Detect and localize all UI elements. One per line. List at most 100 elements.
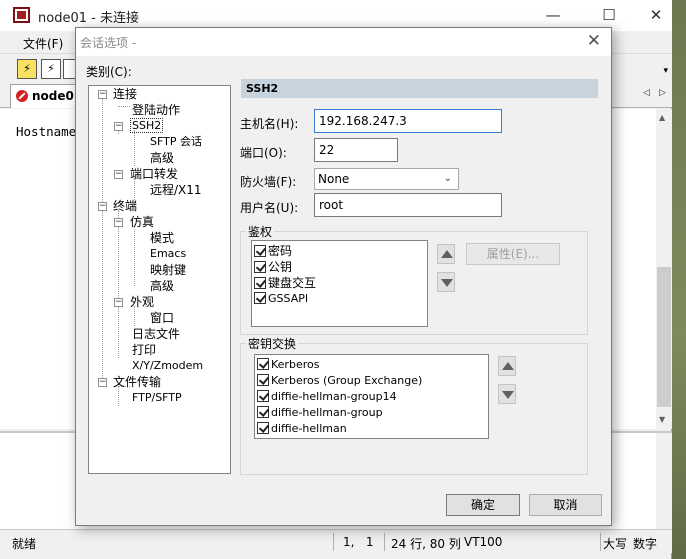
tree-item-emulation[interactable]: 仿真 xyxy=(130,214,154,230)
auth-move-up-button[interactable] xyxy=(437,244,455,264)
firewall-select[interactable]: None ⌄ xyxy=(314,168,459,190)
status-divider xyxy=(333,533,334,551)
tree-expander-icon[interactable]: − xyxy=(114,122,123,131)
kex-item-dh-group14[interactable]: diffie-hellman-group14 xyxy=(257,389,397,405)
auth-item-password[interactable]: 密码 xyxy=(254,243,292,259)
kex-item-dh-group[interactable]: diffie-hellman-group xyxy=(257,405,383,421)
scroll-up-icon[interactable]: ▲ xyxy=(659,113,665,122)
kex-move-down-button[interactable] xyxy=(498,384,516,404)
session-options-dialog: 会话选项 - ✕ 类别(C): − 连接 登陆动作 − SSH2 SFTP 会话… xyxy=(75,27,612,526)
tree-expander-icon[interactable]: − xyxy=(114,218,123,227)
username-label: 用户名(U): xyxy=(240,201,299,215)
tree-item-connection[interactable]: 连接 xyxy=(113,86,137,102)
scroll-thumb[interactable] xyxy=(657,267,671,407)
checkbox-checked-icon[interactable] xyxy=(254,260,266,273)
arrow-up-icon xyxy=(441,250,453,258)
tree-item-mapped-keys[interactable]: 映射键 xyxy=(150,262,186,278)
firewall-label: 防火墙(F): xyxy=(240,175,297,189)
tree-item-modes[interactable]: 模式 xyxy=(150,230,174,246)
tree-item-ssh2[interactable]: SSH2 xyxy=(130,118,164,134)
ok-button[interactable]: 确定 xyxy=(446,494,520,516)
tree-expander-icon[interactable]: − xyxy=(98,378,107,387)
quick-connect-icon[interactable]: ⚡ xyxy=(41,59,61,79)
toolbar-overflow-icon[interactable]: ▾ xyxy=(663,66,668,76)
port-input[interactable]: 22 xyxy=(314,138,398,162)
checkbox-checked-icon[interactable] xyxy=(257,390,269,402)
command-window-scrollbar[interactable] xyxy=(656,433,672,529)
dialog-close-icon[interactable]: ✕ xyxy=(587,31,601,51)
tree-item-emulation-advanced[interactable]: 高级 xyxy=(150,278,174,294)
section-header: SSH2 xyxy=(241,79,598,98)
tree-item-login-actions[interactable]: 登陆动作 xyxy=(132,102,180,118)
properties-button[interactable]: 属性(E)... xyxy=(466,243,560,265)
connect-tab-icon[interactable] xyxy=(63,59,75,79)
dialog-titlebar: 会话选项 - ✕ xyxy=(76,28,611,56)
window-title: node01 - 未连接 xyxy=(38,11,139,26)
auth-method-list: 密码 公钥 键盘交互 GSSAPI xyxy=(251,240,428,327)
auth-group-title: 鉴权 xyxy=(246,223,275,240)
scroll-down-icon[interactable]: ▼ xyxy=(659,415,665,424)
app-icon xyxy=(13,7,30,23)
dialog-title: 会话选项 - xyxy=(80,36,137,50)
auth-item-publickey[interactable]: 公钥 xyxy=(254,259,292,275)
cancel-button[interactable]: 取消 xyxy=(529,494,602,516)
hostname-input[interactable]: 192.168.247.3 xyxy=(314,109,502,133)
disconnected-status-icon xyxy=(16,90,28,102)
tree-expander-icon[interactable]: − xyxy=(114,170,123,179)
kex-move-up-button[interactable] xyxy=(498,356,516,376)
status-num: 数字 xyxy=(633,537,658,551)
close-button[interactable]: ✕ xyxy=(636,4,676,26)
auth-item-gssapi[interactable]: GSSAPI xyxy=(254,291,308,307)
kex-item-dh[interactable]: diffie-hellman xyxy=(257,421,347,437)
auth-move-down-button[interactable] xyxy=(437,272,455,292)
port-label: 端口(O): xyxy=(240,146,287,160)
arrow-up-icon xyxy=(502,362,514,370)
statusbar: 就绪 1, 1 24 行, 80 列 VT100 大写 数字 xyxy=(0,529,672,553)
terminal-text: Hostname xyxy=(16,124,77,139)
arrow-down-icon xyxy=(502,391,514,399)
kex-item-kerberos-group-exchange[interactable]: Kerberos (Group Exchange) xyxy=(257,373,422,389)
maximize-button[interactable]: ☐ xyxy=(589,4,629,26)
status-ready: 就绪 xyxy=(12,537,37,551)
tree-item-appearance[interactable]: 外观 xyxy=(130,294,154,310)
checkbox-checked-icon[interactable] xyxy=(254,244,266,257)
tree-expander-icon[interactable]: − xyxy=(114,298,123,307)
tab-next-icon[interactable]: ▷ xyxy=(659,88,666,98)
kex-item-kerberos[interactable]: Kerberos xyxy=(257,357,319,373)
auth-item-keyboard-interactive[interactable]: 键盘交互 xyxy=(254,275,316,291)
tree-item-window[interactable]: 窗口 xyxy=(150,310,174,326)
arrow-down-icon xyxy=(441,279,453,287)
tree-item-ssh2-advanced[interactable]: 高级 xyxy=(150,150,174,166)
checkbox-checked-icon[interactable] xyxy=(254,276,266,289)
tree-item-sftp-session[interactable]: SFTP 会话 xyxy=(150,134,202,150)
checkbox-checked-icon[interactable] xyxy=(257,406,269,418)
tree-item-emacs[interactable]: Emacs xyxy=(150,246,186,262)
checkbox-checked-icon[interactable] xyxy=(257,374,269,386)
checkbox-checked-icon[interactable] xyxy=(257,422,269,434)
hostname-label: 主机名(H): xyxy=(240,117,299,131)
status-caps: 大写 xyxy=(603,537,628,551)
status-cursor: 1, 1 xyxy=(343,535,374,549)
tree-item-xyzmodem[interactable]: X/Y/Zmodem xyxy=(132,358,203,374)
firewall-selected-value: None xyxy=(318,172,350,186)
tree-item-file-transfer[interactable]: 文件传输 xyxy=(113,374,161,390)
connect-icon[interactable]: ⚡ xyxy=(17,59,37,79)
username-input[interactable]: root xyxy=(314,193,502,217)
tree-expander-icon[interactable]: − xyxy=(98,202,107,211)
menu-file[interactable]: 文件(F) xyxy=(23,35,63,52)
tree-expander-icon[interactable]: − xyxy=(98,90,107,99)
tree-item-terminal[interactable]: 终端 xyxy=(113,198,137,214)
tab-prev-icon[interactable]: ◁ xyxy=(643,88,650,98)
checkbox-checked-icon[interactable] xyxy=(257,358,269,370)
status-rows-cols: 24 行, 80 列 xyxy=(391,537,461,551)
tree-item-printing[interactable]: 打印 xyxy=(132,342,156,358)
tree-item-log-file[interactable]: 日志文件 xyxy=(132,326,180,342)
tree-item-port-forwarding[interactable]: 端口转发 xyxy=(130,166,178,182)
category-tree: − 连接 登陆动作 − SSH2 SFTP 会话 高级 − 端口转发 远程/X1… xyxy=(88,85,231,474)
minimize-button[interactable]: — xyxy=(533,4,573,26)
checkbox-checked-icon[interactable] xyxy=(254,292,266,304)
category-label: 类别(C): xyxy=(86,65,132,79)
tree-item-remote-x11[interactable]: 远程/X11 xyxy=(150,182,202,198)
terminal-scrollbar[interactable]: ▲ ▼ xyxy=(656,109,672,429)
tree-item-ftp-sftp[interactable]: FTP/SFTP xyxy=(132,390,182,406)
